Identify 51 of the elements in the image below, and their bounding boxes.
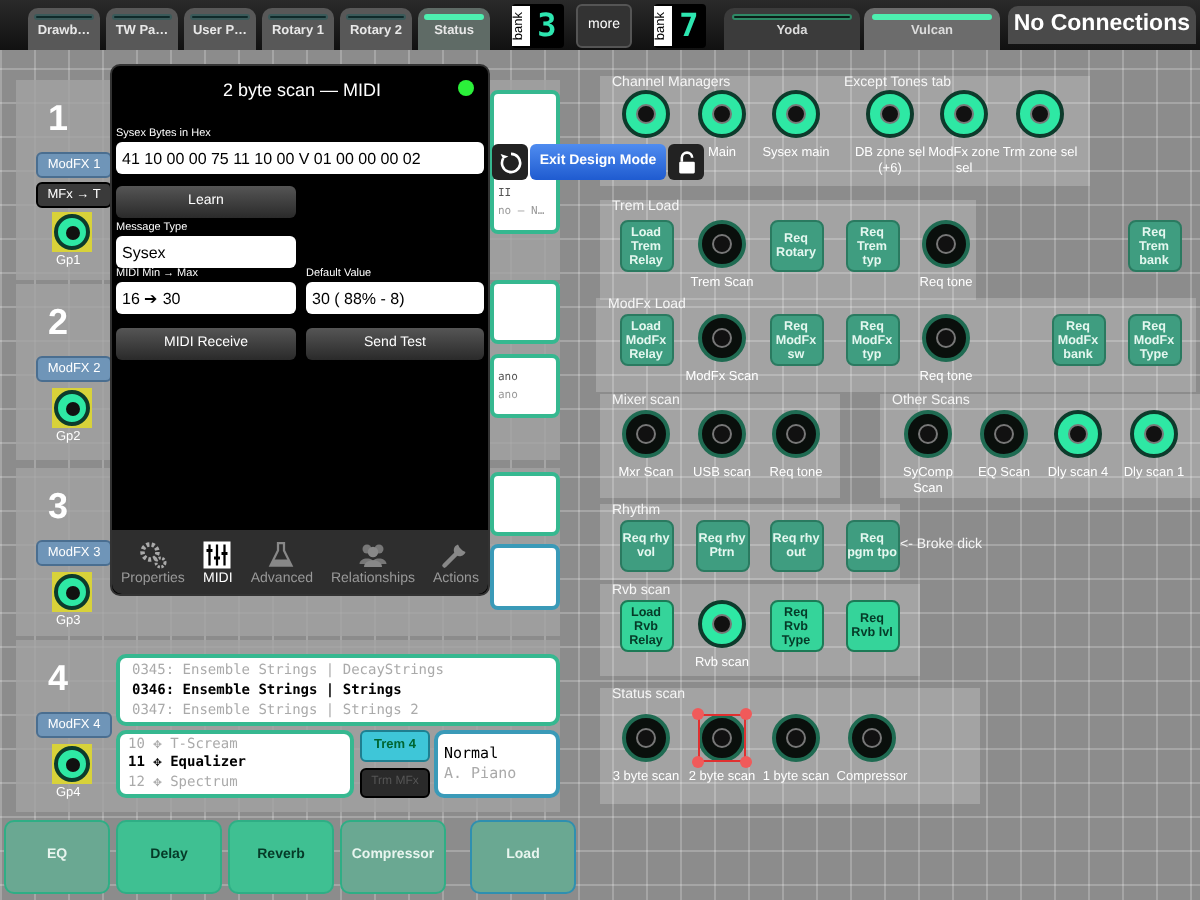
knob[interactable] <box>52 388 92 428</box>
patch-card <box>490 280 560 344</box>
midi-range-field[interactable]: 16 ➔ 30 <box>116 282 296 314</box>
bank-number: 3 <box>535 10 559 42</box>
resize-handle[interactable] <box>740 708 752 720</box>
resize-handle[interactable] <box>692 708 704 720</box>
knob[interactable] <box>1016 90 1064 138</box>
knob[interactable] <box>1054 410 1102 458</box>
lane-number: 2 <box>48 304 69 340</box>
lane-number: 1 <box>48 100 69 136</box>
knob[interactable] <box>922 220 970 268</box>
knob[interactable] <box>772 410 820 458</box>
people-icon <box>358 539 388 569</box>
knob[interactable] <box>866 90 914 138</box>
bank-number: 7 <box>677 10 701 42</box>
knob[interactable] <box>940 90 988 138</box>
knob[interactable] <box>698 314 746 362</box>
resize-handle[interactable] <box>740 756 752 768</box>
lane-number: 3 <box>48 488 69 524</box>
knob[interactable] <box>622 714 670 762</box>
popup-title: 2 byte scan — MIDI <box>220 82 384 100</box>
knob[interactable] <box>698 220 746 268</box>
knob[interactable] <box>622 410 670 458</box>
refresh-icon[interactable] <box>492 144 528 180</box>
knob[interactable] <box>1130 410 1178 458</box>
flask-icon <box>266 539 297 569</box>
message-type-field[interactable]: Sysex <box>116 236 296 268</box>
wrench-icon <box>440 539 471 569</box>
knob[interactable] <box>52 572 92 612</box>
knob[interactable] <box>980 410 1028 458</box>
connection-status: No Connections <box>1007 6 1196 44</box>
default-value-field[interactable]: 30 ( 88% - 8) <box>306 282 484 314</box>
knob[interactable] <box>698 90 746 138</box>
patch-card <box>490 544 560 610</box>
lane-number: 4 <box>48 660 69 696</box>
gear-icon <box>137 539 168 569</box>
knob[interactable] <box>698 410 746 458</box>
lock-icon[interactable] <box>668 144 704 180</box>
sliders-icon <box>202 539 233 569</box>
patch-card <box>490 472 560 536</box>
knob[interactable] <box>52 212 92 252</box>
sysex-field[interactable]: 41 10 00 00 75 11 10 00 V 01 00 00 00 02 <box>116 142 484 174</box>
knob[interactable] <box>622 90 670 138</box>
resize-handle[interactable] <box>692 756 704 768</box>
knob[interactable] <box>772 714 820 762</box>
knob[interactable] <box>904 410 952 458</box>
knob[interactable] <box>52 744 92 784</box>
knob[interactable] <box>772 90 820 138</box>
knob[interactable] <box>922 314 970 362</box>
knob[interactable] <box>848 714 896 762</box>
knob[interactable] <box>698 600 746 648</box>
